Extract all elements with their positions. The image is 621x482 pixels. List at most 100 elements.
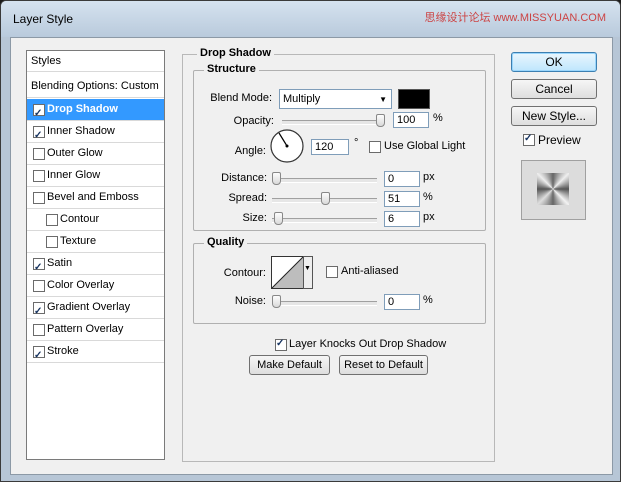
styles-header[interactable]: Styles [27, 51, 164, 72]
structure-title: Structure [204, 63, 259, 75]
spread-slider-thumb[interactable] [321, 192, 331, 205]
style-item-label: Inner Shadow [47, 125, 115, 137]
anti-aliased-checkbox[interactable] [326, 266, 338, 278]
blend-mode-value: Multiply [283, 93, 321, 105]
style-item-checkbox[interactable] [33, 148, 45, 160]
spread-label: Spread: [228, 192, 267, 204]
style-item-drop-shadow[interactable]: Drop Shadow [27, 99, 164, 124]
style-item-gradient-overlay[interactable]: Gradient Overlay [27, 297, 164, 322]
size-slider-track[interactable] [272, 218, 377, 223]
style-item-label: Gradient Overlay [47, 301, 131, 313]
ok-button[interactable]: OK [511, 52, 597, 72]
shadow-color-swatch[interactable] [398, 89, 430, 109]
style-preview-swatch [537, 173, 569, 205]
spread-input[interactable]: 51 [384, 191, 420, 207]
style-item-satin[interactable]: Satin [27, 253, 164, 278]
style-item-contour[interactable]: Contour [27, 209, 164, 231]
style-item-checkbox[interactable] [33, 280, 45, 292]
distance-unit: px [423, 171, 435, 183]
spread-unit: % [423, 191, 433, 203]
make-default-button[interactable]: Make Default [249, 355, 330, 375]
style-item-label: Drop Shadow [47, 103, 118, 115]
anti-aliased-label: Anti-aliased [341, 265, 399, 277]
style-item-checkbox[interactable] [46, 236, 58, 248]
style-item-outer-glow[interactable]: Outer Glow [27, 143, 164, 165]
style-item-label: Color Overlay [47, 279, 115, 291]
opacity-input[interactable]: 100 [393, 112, 429, 128]
style-item-checkbox[interactable] [33, 345, 45, 366]
layer-knocks-out-checkbox[interactable] [275, 338, 287, 351]
quality-title: Quality [204, 236, 248, 248]
preview-checkbox[interactable] [523, 133, 535, 146]
style-item-stroke[interactable]: Stroke [27, 341, 164, 366]
size-label: Size: [242, 212, 267, 224]
style-item-pattern-overlay[interactable]: Pattern Overlay [27, 319, 164, 341]
opacity-slider-track[interactable] [282, 120, 384, 125]
style-item-label: Stroke [47, 345, 79, 357]
blending-options-item[interactable]: Blending Options: Custom [27, 76, 164, 98]
use-global-light-label: Use Global Light [384, 140, 466, 152]
structure-group: Structure Blend Mode: Multiply ▼ Opacity… [193, 63, 486, 231]
angle-label: Angle: [234, 145, 266, 157]
window-title: Layer Style [13, 12, 74, 26]
blend-mode-select[interactable]: Multiply ▼ [279, 89, 392, 109]
style-item-checkbox[interactable] [33, 324, 45, 336]
distance-input[interactable]: 0 [384, 171, 420, 187]
style-item-checkbox[interactable] [33, 170, 45, 182]
noise-label: Noise: [234, 295, 266, 307]
quality-group: Quality Contour: ▼ Anti-aliased Noise: 0 [193, 236, 486, 324]
style-item-texture[interactable]: Texture [27, 231, 164, 253]
new-style-button[interactable]: New Style... [511, 106, 597, 126]
contour-dropdown[interactable]: ▼ [303, 256, 313, 289]
angle-input[interactable]: 120 [311, 139, 349, 155]
style-item-label: Texture [60, 235, 97, 247]
style-item-bevel-and-emboss[interactable]: Bevel and Emboss [27, 187, 164, 209]
style-preview-box [521, 160, 586, 220]
style-item-label: Outer Glow [47, 147, 103, 159]
style-item-label: Satin [47, 257, 73, 269]
distance-label: Distance: [221, 172, 267, 184]
opacity-slider-thumb[interactable] [376, 114, 385, 127]
style-item-checkbox[interactable] [33, 103, 45, 124]
angle-unit: ° [354, 137, 359, 149]
styles-list: Styles Blending Options: Custom Drop Sha… [26, 50, 165, 460]
style-item-color-overlay[interactable]: Color Overlay [27, 275, 164, 297]
blend-mode-label: Blend Mode: [210, 92, 272, 104]
use-global-light-checkbox[interactable] [369, 141, 381, 153]
drop-shadow-title: Drop Shadow [197, 47, 274, 59]
size-slider-thumb[interactable] [274, 212, 284, 225]
noise-slider-thumb[interactable] [272, 295, 281, 308]
chevron-down-icon: ▼ [379, 95, 387, 104]
contour-label: Contour: [223, 267, 266, 279]
cancel-button[interactable]: Cancel [511, 79, 597, 99]
angle-dial[interactable] [270, 129, 304, 163]
contour-picker[interactable] [271, 256, 304, 289]
noise-slider-track[interactable] [272, 301, 377, 306]
distance-slider-thumb[interactable] [272, 172, 281, 185]
style-item-checkbox[interactable] [33, 192, 45, 204]
distance-slider-track[interactable] [272, 178, 377, 183]
style-item-label: Bevel and Emboss [47, 191, 139, 203]
opacity-unit: % [433, 112, 443, 124]
size-input[interactable]: 6 [384, 211, 420, 227]
reset-to-default-button[interactable]: Reset to Default [339, 355, 428, 375]
noise-unit: % [423, 294, 433, 306]
style-item-label: Pattern Overlay [47, 323, 124, 335]
style-item-checkbox[interactable] [33, 257, 45, 278]
contour-linear-icon [271, 256, 304, 289]
noise-input[interactable]: 0 [384, 294, 420, 310]
style-item-label: Contour [60, 213, 100, 225]
style-item-checkbox[interactable] [33, 125, 45, 146]
angle-dial-icon [270, 129, 304, 163]
style-item-inner-glow[interactable]: Inner Glow [27, 165, 164, 187]
size-unit: px [423, 211, 435, 223]
dialog-body: Styles Blending Options: Custom Drop Sha… [10, 37, 613, 475]
style-item-inner-shadow[interactable]: Inner Shadow [27, 121, 164, 146]
watermark: 思缘设计论坛 www.MISSYUAN.COM [424, 12, 606, 24]
style-item-checkbox[interactable] [33, 301, 45, 322]
style-item-checkbox[interactable] [46, 214, 58, 226]
layer-style-dialog: Layer Style 思缘设计论坛 www.MISSYUAN.COM Styl… [0, 0, 621, 482]
layer-knocks-out-label: Layer Knocks Out Drop Shadow [289, 338, 447, 350]
preview-label: Preview [538, 133, 581, 147]
title-bar[interactable]: Layer Style 思缘设计论坛 www.MISSYUAN.COM [1, 1, 620, 37]
